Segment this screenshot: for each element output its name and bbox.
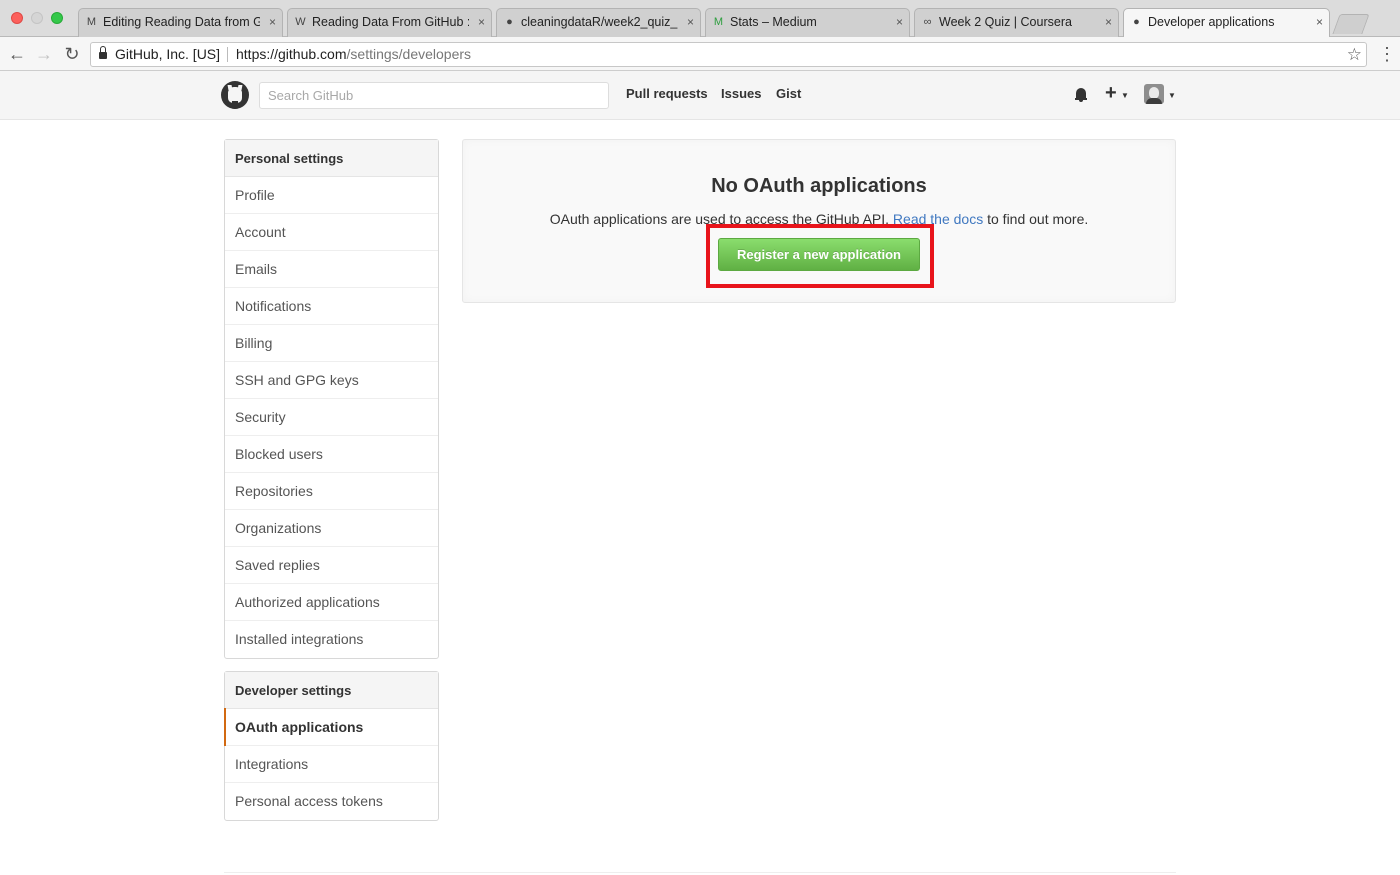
personal-settings-menu: Personal settings Profile Account Emails… — [224, 139, 439, 659]
wordpress-icon: W — [295, 16, 306, 28]
close-icon[interactable]: × — [687, 9, 694, 36]
sidebar-item-profile[interactable]: Profile — [225, 177, 438, 214]
register-new-application-button[interactable]: Register a new application — [718, 238, 920, 271]
address-separator — [227, 47, 228, 62]
description-text-end: to find out more. — [983, 211, 1089, 227]
sidebar-item-account[interactable]: Account — [225, 214, 438, 251]
forward-arrow-icon[interactable]: → — [33, 43, 55, 65]
url-path: /settings/developers — [346, 46, 472, 62]
github-logo-icon[interactable] — [221, 81, 249, 109]
tab-title: Stats – Medium — [730, 15, 817, 29]
search-input[interactable] — [259, 82, 609, 109]
nav-issues[interactable]: Issues — [721, 86, 761, 101]
browser-menu-icon[interactable]: ⋮ — [1378, 43, 1396, 65]
sidebar-item-integrations[interactable]: Integrations — [225, 746, 438, 783]
chevron-down-icon[interactable]: ▼ — [1121, 91, 1129, 100]
reload-icon[interactable]: ↻ — [61, 43, 83, 65]
nav-gist[interactable]: Gist — [776, 86, 801, 101]
menu-heading: Personal settings — [225, 140, 438, 177]
address-bar[interactable]: GitHub, Inc. [US] https://github.com/set… — [90, 42, 1367, 67]
medium-icon: M — [713, 16, 724, 28]
notifications-bell-icon[interactable] — [1075, 88, 1087, 102]
browser-toolbar: ← → ↻ GitHub, Inc. [US] https://github.c… — [0, 37, 1400, 71]
browser-tab[interactable]: ∞ Week 2 Quiz | Coursera × — [914, 8, 1119, 37]
github-header: Pull requests Issues Gist + ▼ ▼ — [0, 71, 1400, 120]
browser-tab[interactable]: ● cleaningdataR/week2_quiz_ × — [496, 8, 701, 37]
browser-tab[interactable]: W Reading Data From GitHub : × — [287, 8, 492, 37]
sidebar-item-ssh-gpg-keys[interactable]: SSH and GPG keys — [225, 362, 438, 399]
tab-title: Editing Reading Data from G — [103, 15, 260, 29]
browser-tab-strip: M Editing Reading Data from G × W Readin… — [0, 0, 1400, 38]
url-base: https://github.com — [236, 46, 347, 62]
sidebar-item-saved-replies[interactable]: Saved replies — [225, 547, 438, 584]
back-arrow-icon[interactable]: ← — [6, 43, 28, 65]
sidebar-item-oauth-applications[interactable]: OAuth applications — [224, 708, 438, 746]
sidebar-item-authorized-applications[interactable]: Authorized applications — [225, 584, 438, 621]
sidebar-item-repositories[interactable]: Repositories — [225, 473, 438, 510]
bookmark-star-icon[interactable]: ☆ — [1347, 43, 1362, 66]
close-window-button[interactable] — [11, 12, 23, 24]
github-icon: ● — [506, 16, 513, 28]
url-text: https://github.com/settings/developers — [236, 43, 471, 66]
close-icon[interactable]: × — [269, 9, 276, 36]
new-tab-button[interactable] — [1332, 14, 1370, 34]
chevron-down-icon[interactable]: ▼ — [1168, 91, 1176, 100]
close-icon[interactable]: × — [1105, 9, 1112, 36]
footer-divider — [224, 872, 1176, 873]
sidebar-item-emails[interactable]: Emails — [225, 251, 438, 288]
site-identity: GitHub, Inc. [US] — [115, 46, 221, 62]
browser-tab[interactable]: M Editing Reading Data from G × — [78, 8, 283, 37]
tab-title: cleaningdataR/week2_quiz_ — [521, 15, 678, 29]
sidebar-item-organizations[interactable]: Organizations — [225, 510, 438, 547]
developer-settings-menu: Developer settings OAuth applications In… — [224, 671, 439, 821]
tab-title: Reading Data From GitHub : — [312, 15, 469, 29]
lock-icon — [99, 46, 107, 59]
browser-tab-active[interactable]: ● Developer applications × — [1123, 8, 1330, 38]
medium-icon: M — [86, 16, 97, 28]
close-icon[interactable]: × — [896, 9, 903, 36]
minimize-window-button[interactable] — [31, 12, 43, 24]
browser-tab[interactable]: M Stats – Medium × — [705, 8, 910, 37]
tab-title: Developer applications — [1148, 15, 1275, 29]
sidebar-item-security[interactable]: Security — [225, 399, 438, 436]
close-icon[interactable]: × — [1316, 9, 1323, 36]
close-icon[interactable]: × — [478, 9, 485, 36]
sidebar-item-blocked-users[interactable]: Blocked users — [225, 436, 438, 473]
tab-title: Week 2 Quiz | Coursera — [939, 15, 1072, 29]
sidebar-item-notifications[interactable]: Notifications — [225, 288, 438, 325]
zoom-window-button[interactable] — [51, 12, 63, 24]
sidebar-item-billing[interactable]: Billing — [225, 325, 438, 362]
menu-heading: Developer settings — [225, 672, 438, 709]
nav-pull-requests[interactable]: Pull requests — [626, 86, 708, 101]
sidebar-item-personal-access-tokens[interactable]: Personal access tokens — [225, 783, 438, 820]
avatar[interactable] — [1144, 84, 1164, 104]
page-title: No OAuth applications — [711, 175, 927, 197]
plus-icon[interactable]: + — [1105, 83, 1117, 103]
github-icon: ● — [1133, 16, 1140, 28]
coursera-icon: ∞ — [923, 16, 932, 28]
sidebar-item-installed-integrations[interactable]: Installed integrations — [225, 621, 438, 658]
